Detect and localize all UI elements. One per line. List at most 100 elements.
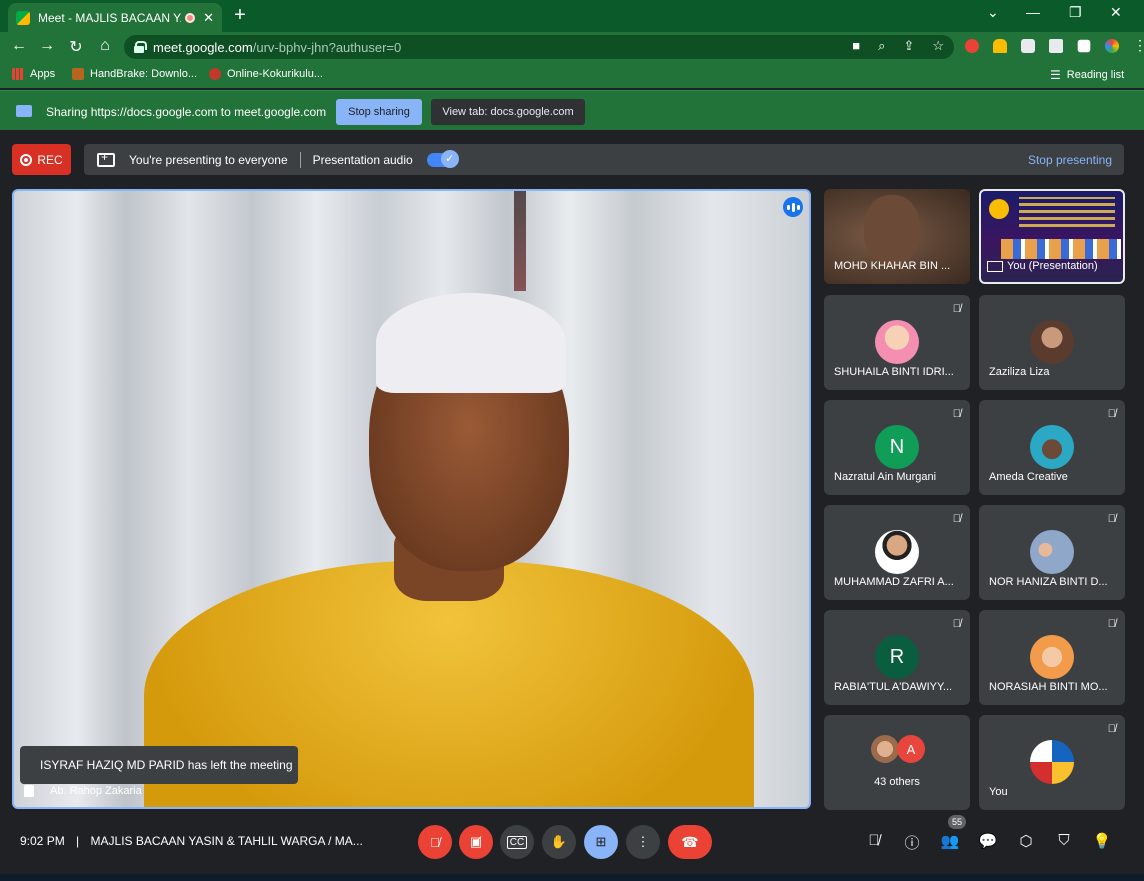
close-tab-icon[interactable]: ✕ <box>203 10 214 26</box>
presenting-text: You're presenting to everyone <box>129 152 288 167</box>
background-pole <box>514 191 526 291</box>
participant-tile[interactable]: Zaziliza Liza <box>979 295 1125 390</box>
restore-button[interactable]: ❐ <box>1069 4 1082 21</box>
others-avatar-letter: A <box>897 735 925 763</box>
handbrake-icon <box>72 68 84 80</box>
muted-mic-icon: 🎙̸ <box>1107 618 1116 630</box>
participant-avatar <box>1030 425 1074 469</box>
host-controls-icon[interactable]: ⛉ <box>1054 832 1074 849</box>
close-window-button[interactable]: ✕ <box>1110 4 1122 21</box>
participant-tile[interactable]: 🎙̸ MUHAMMAD ZAFRI A... <box>824 505 970 600</box>
stop-sharing-button[interactable]: Stop sharing <box>336 99 422 125</box>
pin-icon[interactable] <box>24 785 34 797</box>
mute-all-icon[interactable]: 🎙̸ <box>864 832 884 849</box>
participant-avatar <box>875 320 919 364</box>
tab-search-icon[interactable]: ⌄ <box>987 4 999 21</box>
participant-video-face <box>864 195 920 265</box>
activities-icon[interactable]: ⬡ <box>1016 832 1036 850</box>
meet-page: REC You're presenting to everyone Presen… <box>0 131 1144 881</box>
more-options-button[interactable]: ⋮ <box>626 825 660 859</box>
bookmark-handbrake[interactable]: HandBrake: Downlo... <box>72 68 197 80</box>
reload-button[interactable]: ↻ <box>66 37 86 57</box>
extension-red-icon[interactable] <box>965 39 979 53</box>
tab-title: Meet - MAJLIS BACAAN YAS <box>38 10 182 25</box>
captions-button[interactable]: CC <box>500 825 534 859</box>
camera-permission-icon[interactable]: ■ <box>852 38 860 54</box>
main-speaker-label: Ab. Rahop Zakaria <box>24 785 142 797</box>
presenting-banner: You're presenting to everyone Presentati… <box>84 144 1124 175</box>
minimize-button[interactable]: — <box>1026 4 1040 20</box>
presentation-audio-toggle[interactable] <box>426 149 459 168</box>
bookmark-kokurikulum[interactable]: Online-Kokurikulu... <box>209 68 323 80</box>
back-button[interactable]: ← <box>9 37 29 55</box>
divider <box>299 151 301 168</box>
forward-button[interactable]: → <box>37 37 57 55</box>
home-button[interactable]: ⌂ <box>95 37 115 55</box>
lock-icon[interactable] <box>134 41 147 53</box>
participant-tile[interactable]: 🎙̸ NOR HANIZA BINTI D... <box>979 505 1125 600</box>
main-speaker-video[interactable]: ISYRAF HAZIQ MD PARID has left the meeti… <box>12 189 811 809</box>
participant-name: Nazratul Ain Murgani <box>834 471 937 483</box>
speaking-indicator-icon <box>783 197 803 217</box>
meeting-details-icon[interactable]: ⓘ <box>902 832 922 853</box>
mic-off-button[interactable]: 🎙̸ <box>418 825 452 859</box>
present-now-button[interactable]: ⊞ <box>584 825 618 859</box>
muted-mic-icon: 🎙̸ <box>1107 723 1116 735</box>
bookmark-star-icon[interactable]: ☆ <box>932 38 944 54</box>
presentation-tile[interactable]: You (Presentation) <box>979 189 1125 284</box>
browser-toolbar: ← → ↻ ⌂ meet.google.com /urv-bphv-jhn?au… <box>0 32 1144 62</box>
profile-avatar-icon[interactable] <box>1105 39 1119 53</box>
meeting-time: 9:02 PM <box>20 834 65 848</box>
presentation-audio-label: Presentation audio <box>312 152 413 167</box>
chrome-menu-icon[interactable]: ⋮ <box>1133 38 1144 53</box>
new-tab-button[interactable]: + <box>230 4 250 27</box>
leave-call-button[interactable]: ☎ <box>668 825 712 859</box>
zoom-icon[interactable]: ⌕ <box>878 38 885 54</box>
url-path: /urv-bphv-jhn?authuser=0 <box>252 39 402 55</box>
meeting-controls-bar: 9:02 PM | MAJLIS BACAAN YASIN & TAHLIL W… <box>0 815 1144 881</box>
camera-off-button[interactable]: ▣̸ <box>459 825 493 859</box>
participant-name: RABIA'TUL A'DAWIYY... <box>834 681 953 693</box>
address-bar[interactable]: meet.google.com /urv-bphv-jhn?authuser=0… <box>124 35 954 59</box>
main-speaker-name: Ab. Rahop Zakaria <box>50 785 142 797</box>
share-icon[interactable]: ⇪ <box>903 38 914 54</box>
record-icon <box>20 153 33 166</box>
reading-list-button[interactable]: ☰ Reading list <box>1050 68 1124 82</box>
present-screen-icon <box>97 150 115 167</box>
bookmark-label: Online-Kokurikulu... <box>227 68 323 80</box>
participant-name: SHUHAILA BINTI IDRI... <box>834 366 954 378</box>
participant-name: MUHAMMAD ZAFRI A... <box>834 576 954 588</box>
raise-hand-button[interactable]: ✋ <box>542 825 576 859</box>
presentation-name: You (Presentation) <box>1007 260 1098 272</box>
participant-tile[interactable]: 🎙̸ Ameda Creative <box>979 400 1125 495</box>
participant-tile[interactable]: 🎙̸ N Nazratul Ain Murgani <box>824 400 970 495</box>
others-count: 43 others <box>874 776 920 788</box>
participant-tile[interactable]: 🎙̸ NORASIAH BINTI MO... <box>979 610 1125 705</box>
browser-tab-meet[interactable]: Meet - MAJLIS BACAAN YAS ✕ <box>8 3 222 32</box>
view-tab-button[interactable]: View tab: docs.google.com <box>431 99 585 125</box>
participant-tile[interactable]: 🎙̸ SHUHAILA BINTI IDRI... <box>824 295 970 390</box>
captions-icon: CC <box>506 835 528 849</box>
muted-mic-icon: 🎙̸ <box>952 618 961 630</box>
bookmark-apps[interactable]: Apps <box>12 68 55 80</box>
participant-name: MOHD KHAHAR BIN ... <box>834 260 951 272</box>
participant-name: Zaziliza Liza <box>989 366 1050 378</box>
participant-tile[interactable]: 🎙̸ R RABIA'TUL A'DAWIYY... <box>824 610 970 705</box>
extension-bulb-icon[interactable] <box>993 39 1007 53</box>
participant-avatar <box>875 530 919 574</box>
url-host: meet.google.com <box>153 39 253 55</box>
self-tile[interactable]: 🎙̸ You <box>979 715 1125 810</box>
people-icon[interactable]: 👥 <box>940 832 960 850</box>
extension-screen-icon[interactable] <box>1021 39 1035 53</box>
extension-photo-icon[interactable] <box>1049 39 1063 53</box>
participant-tile[interactable]: MOHD KHAHAR BIN ... <box>824 189 970 284</box>
recording-badge[interactable]: REC <box>12 144 71 175</box>
participant-avatar <box>1030 320 1074 364</box>
extension-bulb-icon[interactable]: 💡 <box>1092 832 1112 850</box>
reading-list-icon: ☰ <box>1050 68 1061 82</box>
stop-presenting-button[interactable]: Stop presenting <box>1028 153 1112 167</box>
chat-icon[interactable]: 💬 <box>978 832 998 850</box>
school-logo-icon <box>989 199 1009 219</box>
extensions-puzzle-icon[interactable] <box>1077 39 1091 53</box>
others-tile[interactable]: A 43 others <box>824 715 970 810</box>
